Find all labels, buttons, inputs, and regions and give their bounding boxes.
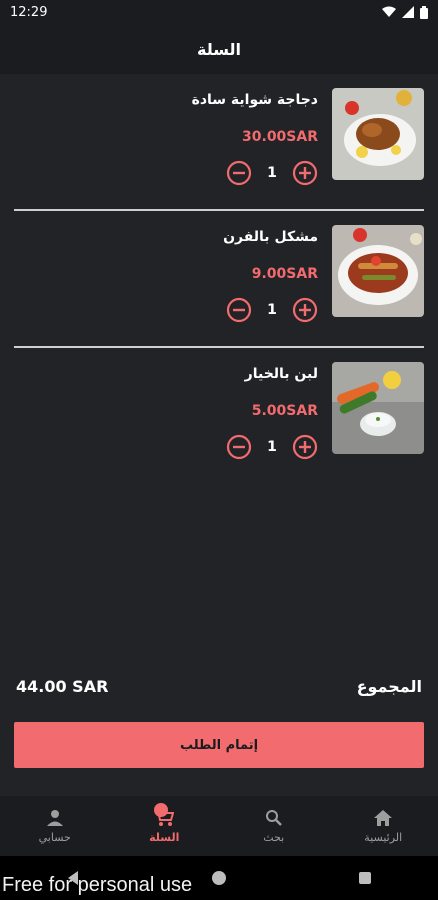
item-image bbox=[332, 362, 424, 454]
item-image bbox=[332, 88, 424, 180]
search-icon bbox=[265, 809, 282, 826]
cart-item: لبن بالخيار 5.00SAR 1 bbox=[0, 348, 438, 485]
battery-icon bbox=[420, 5, 428, 19]
increase-button[interactable] bbox=[292, 434, 318, 460]
plus-circle-icon bbox=[292, 160, 318, 186]
cart-item: مشكل بالفرن 9.00SAR 1 bbox=[0, 211, 438, 348]
app-bar: السلة bbox=[0, 24, 438, 74]
nav-label: الرئيسية bbox=[364, 830, 403, 844]
status-icons bbox=[382, 5, 428, 19]
person-icon bbox=[46, 809, 63, 826]
increase-button[interactable] bbox=[292, 297, 318, 323]
quantity-value: 1 bbox=[267, 302, 277, 318]
increase-button[interactable] bbox=[292, 160, 318, 186]
checkout-button[interactable]: إتمام الطلب bbox=[14, 722, 424, 768]
item-price: 5.00SAR bbox=[251, 403, 318, 419]
total-value: 44.00 SAR bbox=[16, 676, 109, 696]
decrease-button[interactable] bbox=[226, 297, 252, 323]
item-name: مشكل بالفرن bbox=[223, 229, 318, 245]
minus-circle-icon bbox=[226, 160, 252, 186]
item-name: دجاجة شواية سادة bbox=[191, 92, 318, 108]
signal-icon bbox=[402, 6, 414, 18]
nav-label: بحث bbox=[263, 830, 285, 844]
plus-circle-icon bbox=[292, 434, 318, 460]
item-price: 9.00SAR bbox=[251, 266, 318, 282]
decrease-button[interactable] bbox=[226, 160, 252, 186]
total-row: 44.00 SAR المجموع bbox=[16, 672, 422, 700]
item-price: 30.00SAR bbox=[242, 129, 318, 145]
recents-icon[interactable] bbox=[358, 871, 372, 885]
page-title: السلة bbox=[196, 39, 241, 59]
home-icon bbox=[374, 809, 393, 826]
plus-circle-icon bbox=[292, 297, 318, 323]
home-circle-icon[interactable] bbox=[211, 870, 227, 886]
minus-circle-icon bbox=[226, 434, 252, 460]
cart-badge bbox=[154, 802, 169, 817]
total-label: المجموع bbox=[356, 676, 422, 696]
status-time: 12:29 bbox=[10, 4, 48, 20]
status-bar: 12:29 bbox=[0, 0, 438, 24]
watermark-text: Free for personal use bbox=[2, 874, 193, 896]
quantity-stepper: 1 bbox=[226, 160, 318, 186]
checkout-label: إتمام الطلب bbox=[179, 737, 259, 753]
minus-circle-icon bbox=[226, 297, 252, 323]
wifi-icon bbox=[382, 6, 396, 17]
nav-item-search[interactable]: بحث bbox=[234, 809, 314, 844]
nav-label: حسابي bbox=[38, 830, 71, 844]
nav-item-home[interactable]: الرئيسية bbox=[343, 809, 423, 844]
bottom-nav: حسابي السلة بحث الرئيسية bbox=[0, 796, 438, 856]
quantity-value: 1 bbox=[267, 439, 277, 455]
nav-item-cart[interactable]: السلة bbox=[124, 802, 204, 844]
item-image bbox=[332, 225, 424, 317]
cart-item: دجاجة شواية سادة 30.00SAR 1 bbox=[0, 74, 438, 211]
nav-label: السلة bbox=[149, 830, 180, 844]
item-name: لبن بالخيار bbox=[244, 366, 318, 382]
cart-list: دجاجة شواية سادة 30.00SAR 1 مشكل بالفرن … bbox=[0, 74, 438, 485]
quantity-stepper: 1 bbox=[226, 434, 318, 460]
decrease-button[interactable] bbox=[226, 434, 252, 460]
quantity-stepper: 1 bbox=[226, 297, 318, 323]
quantity-value: 1 bbox=[267, 165, 277, 181]
nav-item-account[interactable]: حسابي bbox=[15, 809, 95, 844]
